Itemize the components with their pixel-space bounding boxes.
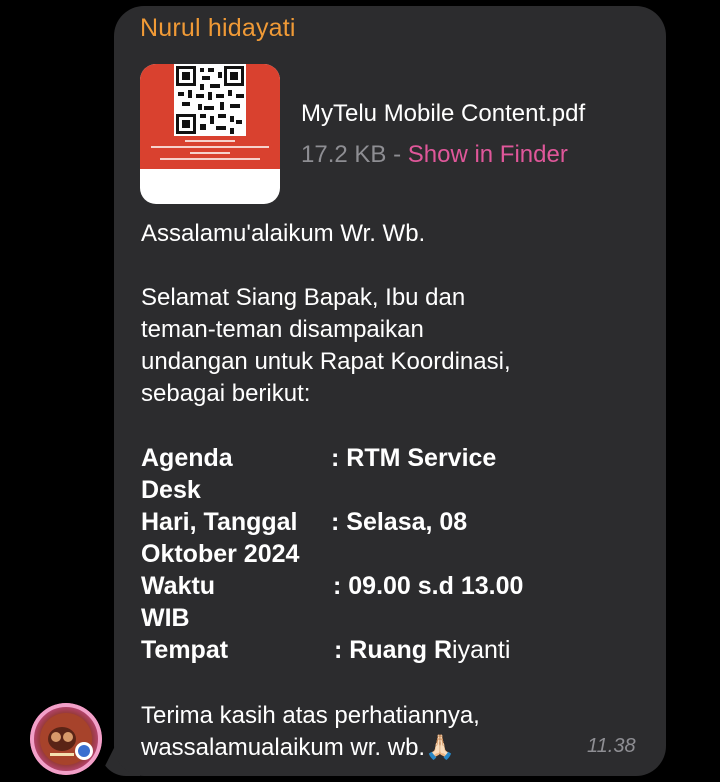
place-value: : Ruang Riyanti <box>334 634 510 666</box>
pdf-thumbnail[interactable] <box>140 64 280 204</box>
meta-separator: - <box>386 141 408 168</box>
agenda-label: Agenda <box>141 444 233 472</box>
message-timestamp: 11.38 <box>587 735 636 757</box>
closing-line-2: wassalamualaikum wr. wb.🙏🏻 <box>141 732 455 764</box>
folded-hands-icon: 🙏🏻 <box>425 734 455 761</box>
time-value-continued: WIB <box>141 604 190 632</box>
avatar-badge-icon <box>30 703 102 775</box>
time-value: : 09.00 s.d 13.00 <box>333 572 524 600</box>
place-value-bold: : Ruang R <box>334 636 453 664</box>
body-line: teman-teman disampaikan <box>141 316 424 343</box>
thumbnail-text <box>148 140 272 164</box>
attachment-file-size: 17.2 KB <box>301 141 387 168</box>
attachment-file-name[interactable]: MyTelu Mobile Content.pdf <box>301 100 585 128</box>
closing-line: Terima kasih atas perhatiannya, <box>141 702 480 729</box>
greeting-text: Assalamu'alaikum Wr. Wb. <box>141 220 426 247</box>
attachment-meta: 17.2 KB - Show in Finder <box>301 141 568 169</box>
body-line: sebagai berikut: <box>141 380 311 407</box>
date-value: : Selasa, 08 <box>331 508 468 536</box>
place-label: Tempat <box>141 636 229 664</box>
time-label: Waktu <box>141 572 216 600</box>
body-line: undangan untuk Rapat Koordinasi, <box>141 348 511 375</box>
date-label: Hari, Tanggal <box>141 508 298 536</box>
sender-name[interactable]: Nurul hidayati <box>140 14 296 43</box>
show-in-finder-link[interactable]: Show in Finder <box>408 141 568 168</box>
closing-text: wassalamualaikum wr. wb. <box>141 734 426 761</box>
place-value-rest: iyanti <box>452 636 511 664</box>
avatar[interactable] <box>30 703 102 775</box>
body-line: Selamat Siang Bapak, Ibu dan <box>141 284 466 311</box>
agenda-value: : RTM Service <box>331 444 497 472</box>
qr-code-icon <box>174 64 246 136</box>
agenda-value-continued: Desk <box>141 476 201 504</box>
chat-screen: Nurul hidayati MyTelu Mobile Content.pdf… <box>0 0 720 782</box>
date-value-continued: Oktober 2024 <box>141 540 300 568</box>
